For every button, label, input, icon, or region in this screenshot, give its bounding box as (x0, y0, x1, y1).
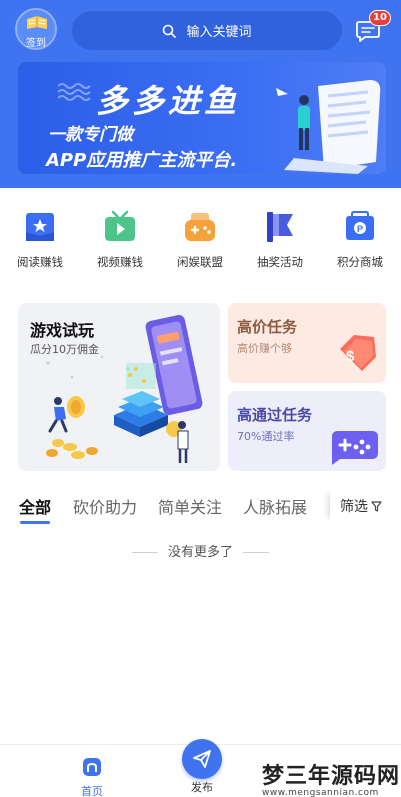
game-trial-card[interactable]: 游戏试玩 瓜分10万佣金 (18, 303, 220, 471)
search-icon (163, 24, 177, 38)
tabbar-publish[interactable]: 发布 (180, 739, 224, 795)
high-price-task-card[interactable]: 高价任务 高价赚个够 $ (228, 303, 386, 383)
book-star-icon (26, 213, 54, 241)
flag-icon (267, 212, 293, 242)
divider-right (243, 552, 269, 553)
wave-decoration (58, 83, 91, 101)
banner-illustration (276, 80, 381, 174)
search-placeholder: 输入关键词 (186, 25, 252, 40)
divider-left (131, 552, 158, 553)
tab-all[interactable]: 全部 (19, 494, 51, 518)
publish-label: 发布 (191, 781, 213, 794)
category-video-earn[interactable]: 视频赚钱 (80, 210, 160, 280)
money-tag-icon: $ (340, 335, 376, 371)
home-icon (83, 758, 101, 776)
gamepad-icon (185, 213, 215, 241)
task-tabs: 全部 砍价助力 简单关注 人脉拓展 筛选 (0, 490, 401, 526)
watermark-title: 梦三年源码网 (262, 763, 401, 789)
category-read-earn[interactable]: 阅读赚钱 (0, 210, 80, 280)
tab-simple-follow[interactable]: 简单关注 (158, 494, 222, 518)
game-card-title: 游戏试玩 (30, 321, 95, 340)
category-label: 积分商城 (337, 255, 383, 269)
category-row: 阅读赚钱 视频赚钱 闲娱联盟 抽奖活动 P 积分商城 (0, 210, 401, 280)
send-icon (193, 750, 211, 768)
promo-banner[interactable]: 多多进鱼 一款专门做 APP应用推广主流平台. (18, 62, 386, 174)
checkin-button[interactable]: 签到 (15, 8, 57, 50)
category-label: 抽奖活动 (257, 255, 303, 269)
high-pass-subtitle: 70%通过率 (237, 430, 295, 443)
high-price-subtitle: 高价赚个够 (237, 342, 292, 355)
header: 签到 输入关键词 10 多多进鱼 一款专门做 APP应用推广主流平台. (0, 0, 401, 188)
banner-title: 多多进鱼 (96, 82, 241, 120)
category-points-mall[interactable]: P 积分商城 (320, 210, 400, 280)
home-label: 首页 (81, 785, 103, 797)
tab-network-expand[interactable]: 人脉拓展 (243, 494, 307, 518)
category-label: 视频赚钱 (97, 255, 143, 269)
message-badge: 10 (369, 10, 391, 26)
high-pass-task-card[interactable]: 高通过任务 70%通过率 (228, 391, 386, 471)
checkin-label: 签到 (26, 38, 46, 49)
category-label: 闲娱联盟 (177, 255, 223, 269)
publish-button[interactable] (182, 739, 222, 779)
category-label: 阅读赚钱 (17, 255, 63, 269)
game-card-subtitle: 瓜分10万佣金 (30, 343, 99, 356)
category-lottery[interactable]: 抽奖活动 (240, 210, 320, 280)
banner-subtitle-1: 一款专门做 (48, 125, 133, 145)
active-tab-indicator (20, 521, 50, 524)
points-mall-icon: P (343, 210, 377, 244)
no-more-indicator: 没有更多了 (0, 541, 401, 560)
tab-bargain-assist[interactable]: 砍价助力 (73, 494, 137, 518)
filter-label: 筛选 (340, 499, 368, 515)
svg-text:P: P (357, 224, 363, 234)
banner-subtitle-2: APP应用推广主流平台. (46, 150, 238, 171)
gamepad-icon (332, 431, 378, 465)
high-pass-title: 高通过任务 (237, 406, 313, 424)
search-bar[interactable]: 输入关键词 (72, 11, 342, 50)
high-price-title: 高价任务 (237, 318, 298, 336)
watermark: 梦三年源码网 www.mengsannian.com (262, 758, 401, 797)
book-icon (27, 16, 47, 29)
video-icon (105, 210, 135, 241)
category-leisure-alliance[interactable]: 闲娱联盟 (160, 210, 240, 280)
tabbar-home[interactable]: 首页 (70, 757, 114, 797)
svg-text:$: $ (346, 348, 355, 365)
filter-button[interactable]: 筛选 (330, 490, 401, 522)
filter-icon (371, 500, 382, 512)
no-more-text: 没有更多了 (167, 545, 233, 560)
